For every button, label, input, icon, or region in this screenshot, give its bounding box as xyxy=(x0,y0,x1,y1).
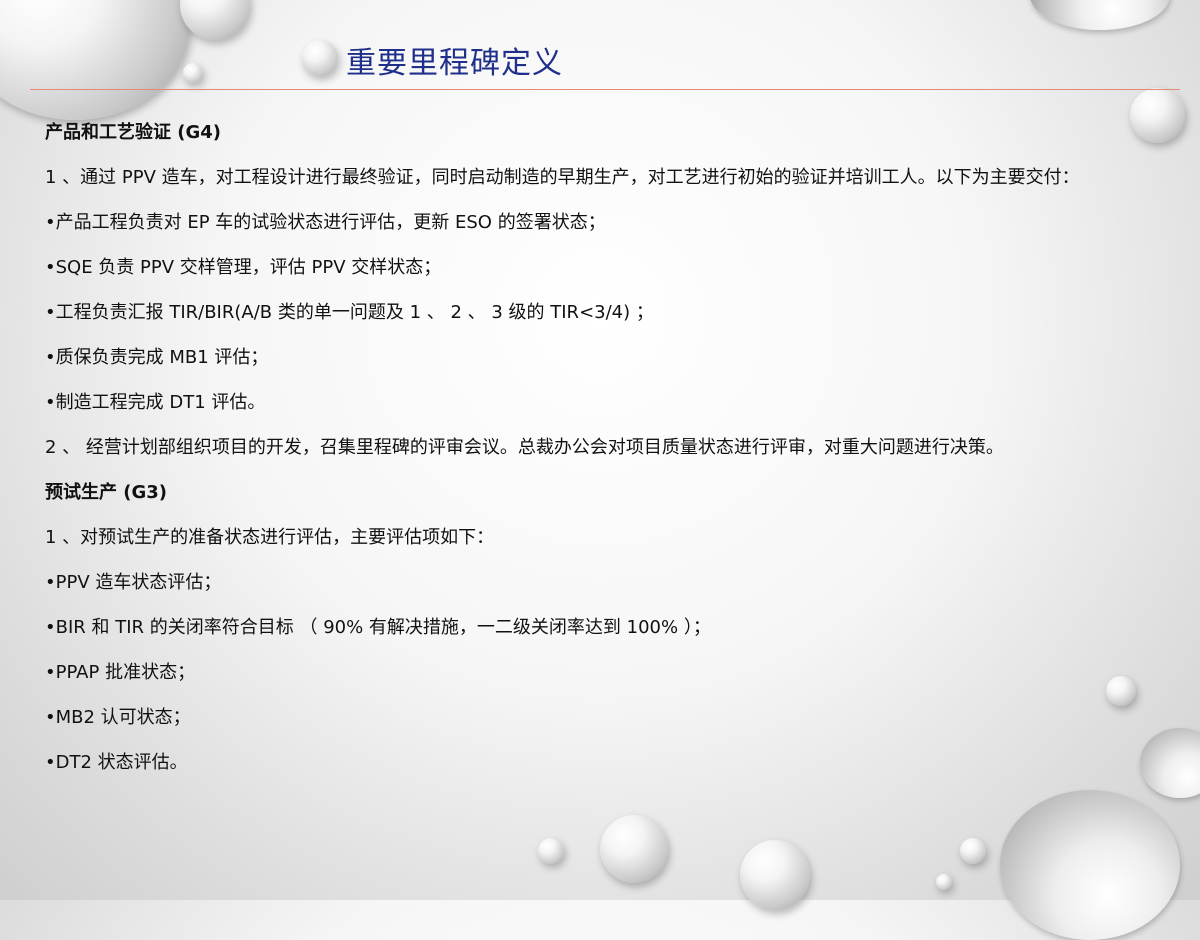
section-heading: 产品和工艺验证 (G4) xyxy=(45,122,222,143)
water-droplet xyxy=(960,838,986,864)
slide-body: 产品和工艺验证 (G4) 1 、通过 PPV 造车，对工程设计进行最终验证，同时启… xyxy=(45,122,1175,797)
body-line: •制造工程完成 DT1 评估。 xyxy=(45,392,266,413)
body-line: •PPV 造车状态评估； xyxy=(45,572,222,593)
body-line: •MB2 认可状态； xyxy=(45,707,191,728)
water-droplet xyxy=(180,0,250,40)
body-line: •质保负责完成 MB1 评估； xyxy=(45,347,269,368)
slide: 重要里程碑定义 产品和工艺验证 (G4) 1 、通过 PPV 造车，对工程设计进行… xyxy=(0,0,1200,940)
water-droplet xyxy=(1000,790,1180,940)
body-line: •产品工程负责对 EP 车的试验状态进行评估，更新 ESO 的签署状态； xyxy=(45,212,606,233)
water-droplet xyxy=(1030,0,1170,30)
body-line: •DT2 状态评估。 xyxy=(45,752,188,773)
water-droplet xyxy=(302,40,338,76)
body-line: •工程负责汇报 TIR/BIR(A/B 类的单一问题及 1 、 2 、 3 级的… xyxy=(45,302,654,323)
water-droplet xyxy=(600,815,668,883)
title-divider xyxy=(30,89,1180,90)
body-line: •PPAP 批准状态； xyxy=(45,662,196,683)
slide-title: 重要里程碑定义 xyxy=(346,46,563,81)
water-droplet xyxy=(0,0,190,120)
body-line: 1 、对预试生产的准备状态进行评估，主要评估项如下： xyxy=(45,527,495,548)
water-droplet xyxy=(936,874,952,890)
body-line: •BIR 和 TIR 的关闭率符合目标 （ 90% 有解决措施，一二级关闭率达到… xyxy=(45,617,711,638)
body-line: 1 、通过 PPV 造车，对工程设计进行最终验证，同时启动制造的早期生产，对工艺… xyxy=(45,167,1080,188)
water-droplet xyxy=(538,838,564,864)
section-heading: 预试生产 (G3) xyxy=(45,482,168,503)
water-droplet xyxy=(183,63,203,83)
body-line: 2 、 经营计划部组织项目的开发，召集里程碑的评审会议。总裁办公会对项目质量状态… xyxy=(45,437,1004,458)
body-line: •SQE 负责 PPV 交样管理，评估 PPV 交样状态； xyxy=(45,257,442,278)
